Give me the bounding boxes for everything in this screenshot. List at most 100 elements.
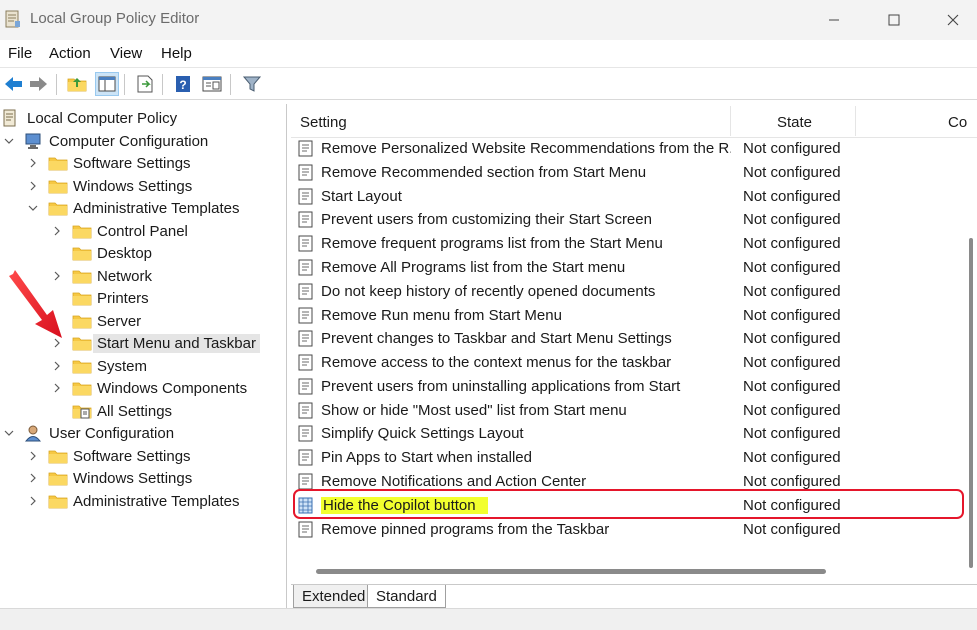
policy-setting-icon — [298, 259, 313, 276]
setting-state: Not configured — [743, 425, 841, 442]
chevron-right-icon[interactable] — [26, 471, 40, 485]
tree-item-network[interactable]: Network — [50, 265, 152, 287]
setting-name: Remove All Programs list from the Start … — [321, 259, 626, 276]
chevron-down-icon[interactable] — [26, 201, 40, 215]
chevron-right-icon[interactable] — [50, 269, 64, 283]
table-row[interactable]: Prevent users from uninstalling applicat… — [291, 375, 961, 399]
forward-button[interactable] — [27, 72, 51, 96]
tree-item-software-settings[interactable]: Software Settings — [26, 152, 191, 174]
policy-setting-icon — [298, 283, 313, 300]
table-row[interactable]: Do not keep history of recently opened d… — [291, 280, 961, 304]
tree-item-administrative-templates[interactable]: Administrative Templates — [26, 197, 239, 219]
table-row[interactable]: Prevent changes to Taskbar and Start Men… — [291, 327, 961, 351]
tab-standard[interactable]: Standard — [367, 585, 446, 608]
table-row[interactable]: Remove Personalized Website Recommendati… — [291, 137, 961, 161]
folder-icon — [72, 357, 92, 375]
table-row[interactable]: Prevent users from customizing their Sta… — [291, 208, 961, 232]
back-icon — [5, 77, 22, 91]
column-header-comment[interactable]: Co — [948, 114, 967, 131]
tree-item-all-settings[interactable]: All Settings — [50, 400, 172, 422]
menu-help[interactable]: Help — [161, 45, 192, 62]
menu-file[interactable]: File — [8, 45, 32, 62]
column-header-setting[interactable]: Setting — [300, 114, 347, 131]
minimize-button[interactable] — [805, 0, 863, 40]
tree-item-control-panel[interactable]: Control Panel — [50, 220, 188, 242]
help-button[interactable]: ? — [171, 72, 195, 96]
table-row[interactable]: Start Layout Not configured — [291, 185, 961, 209]
setting-state: Not configured — [743, 307, 841, 324]
maximize-button[interactable] — [865, 0, 923, 40]
tree-item-printers[interactable]: Printers — [50, 287, 149, 309]
chevron-right-icon[interactable] — [26, 156, 40, 170]
help-icon: ? — [176, 76, 190, 92]
tree-item-user-software-settings[interactable]: Software Settings — [26, 445, 191, 467]
tree-item-windows-components[interactable]: Windows Components — [50, 377, 247, 399]
user-icon — [24, 424, 44, 442]
tree-item-windows-settings[interactable]: Windows Settings — [26, 175, 192, 197]
column-header-state[interactable]: State — [777, 114, 812, 131]
chevron-right-icon[interactable] — [50, 381, 64, 395]
folder-icon — [48, 469, 68, 487]
export-list-button[interactable] — [133, 72, 157, 96]
tree-label: Network — [97, 267, 153, 285]
table-row[interactable]: Show or hide "Most used" list from Start… — [291, 399, 961, 423]
chevron-right-icon[interactable] — [50, 359, 64, 373]
chevron-right-icon[interactable] — [26, 179, 40, 193]
tree-item-computer-configuration[interactable]: Computer Configuration — [2, 130, 208, 152]
tree-item-user-administrative-templates[interactable]: Administrative Templates — [26, 490, 239, 512]
tree-item-system[interactable]: System — [50, 355, 147, 377]
chevron-right-icon[interactable] — [50, 224, 64, 238]
folder-icon — [48, 177, 68, 195]
show-hide-tree-icon — [98, 76, 116, 92]
highlight-callout — [293, 489, 964, 519]
table-row[interactable]: Remove Run menu from Start Menu Not conf… — [291, 304, 961, 328]
tree-label: Windows Components — [97, 379, 248, 397]
show-hide-tree-button[interactable] — [95, 72, 119, 96]
horizontal-scrollbar[interactable] — [310, 567, 972, 575]
properties-view-button[interactable] — [200, 72, 224, 96]
tree-item-start-menu-and-taskbar[interactable]: Start Menu and Taskbar — [50, 332, 260, 354]
table-row[interactable]: Remove frequent programs list from the S… — [291, 232, 961, 256]
column-divider[interactable] — [730, 106, 731, 136]
setting-state: Not configured — [743, 402, 841, 419]
column-divider[interactable] — [855, 106, 856, 136]
filter-button[interactable] — [240, 72, 264, 96]
vertical-scroll-thumb[interactable] — [969, 238, 973, 568]
menu-view[interactable]: View — [110, 45, 142, 62]
maximize-icon — [888, 14, 900, 26]
chevron-right-icon[interactable] — [26, 494, 40, 508]
tree-label: System — [97, 357, 148, 375]
back-button[interactable] — [1, 72, 25, 96]
policy-setting-icon — [298, 402, 313, 419]
policy-document-icon — [2, 109, 22, 127]
chevron-down-icon[interactable] — [2, 134, 16, 148]
tree-label: Administrative Templates — [73, 199, 240, 217]
chevron-right-icon[interactable] — [26, 449, 40, 463]
setting-state: Not configured — [743, 473, 841, 490]
tree-item-local-computer-policy[interactable]: Local Computer Policy — [2, 107, 177, 129]
table-row[interactable]: Pin Apps to Start when installed Not con… — [291, 446, 961, 470]
setting-name: Pin Apps to Start when installed — [321, 449, 532, 466]
table-row[interactable]: Simplify Quick Settings Layout Not confi… — [291, 422, 961, 446]
chevron-right-icon[interactable] — [50, 336, 64, 350]
policy-setting-icon — [298, 521, 313, 538]
close-button[interactable] — [924, 0, 977, 40]
setting-name: Do not keep history of recently opened d… — [321, 283, 656, 300]
tree-item-desktop[interactable]: Desktop — [50, 242, 152, 264]
table-row[interactable]: Remove All Programs list from the Start … — [291, 256, 961, 280]
policy-setting-icon — [298, 425, 313, 442]
up-folder-button[interactable] — [65, 72, 89, 96]
tab-extended[interactable]: Extended — [293, 585, 375, 608]
chevron-down-icon[interactable] — [2, 426, 16, 440]
tree-item-user-windows-settings[interactable]: Windows Settings — [26, 467, 192, 489]
menu-action[interactable]: Action — [49, 45, 91, 62]
tree-item-server[interactable]: Server — [50, 310, 141, 332]
setting-name: Remove Recommended section from Start Me… — [321, 164, 647, 181]
tree-label: Software Settings — [73, 447, 191, 465]
horizontal-scroll-thumb[interactable] — [316, 569, 826, 574]
table-row[interactable]: Remove access to the context menus for t… — [291, 351, 961, 375]
table-row[interactable]: Remove Recommended section from Start Me… — [291, 161, 961, 185]
setting-name: Remove pinned programs from the Taskbar — [321, 521, 610, 538]
table-row[interactable]: Remove pinned programs from the Taskbar … — [291, 518, 961, 542]
tree-item-user-configuration[interactable]: User Configuration — [2, 422, 174, 444]
